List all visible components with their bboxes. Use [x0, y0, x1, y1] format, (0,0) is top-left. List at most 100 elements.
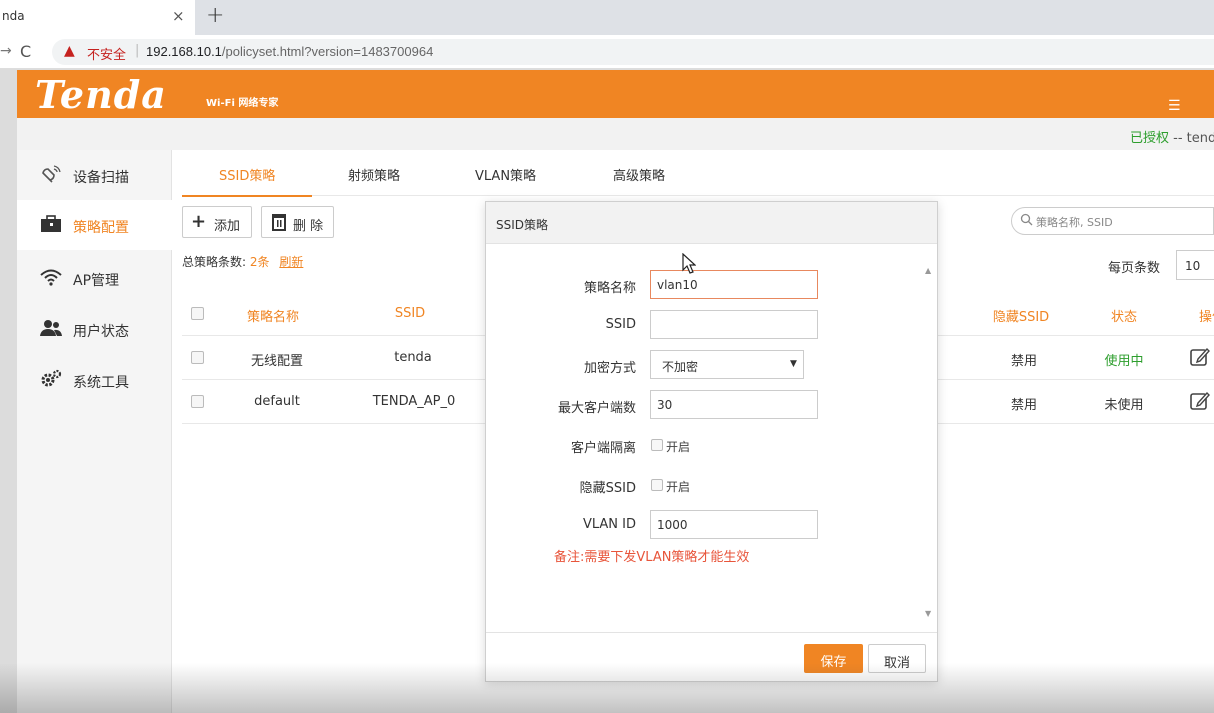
close-tab-icon[interactable]: ×: [172, 7, 185, 25]
encryption-value: 不加密: [662, 360, 699, 374]
search-input[interactable]: 策略名称, SSID: [1011, 207, 1214, 235]
checkbox-box[interactable]: [651, 439, 663, 451]
max-clients-value: 30: [657, 398, 673, 412]
max-clients-label: 最大客户端数: [557, 401, 636, 416]
tab-rf-policy[interactable]: 射频策略: [348, 165, 400, 184]
auth-user: -- tend: [1169, 131, 1214, 146]
col-header-action: 操作: [1198, 310, 1214, 325]
browser-tab-title: nda: [2, 9, 25, 23]
menu-icon[interactable]: ☰: [1168, 98, 1181, 114]
reload-icon[interactable]: C: [20, 42, 31, 61]
row-ssid: TENDA_AP_0: [372, 394, 456, 409]
auth-status: 已授权 -- tend: [1130, 127, 1214, 146]
encryption-label: 加密方式: [583, 361, 636, 376]
auth-status-text: 已授权: [1130, 131, 1170, 146]
tab-ssid-policy[interactable]: SSID策略: [219, 165, 275, 184]
search-placeholder: 策略名称, SSID: [1036, 216, 1113, 229]
dialog-footer: 保存 取消: [486, 632, 937, 681]
ssid-input[interactable]: [650, 310, 818, 339]
sidebar-item-device-scan[interactable]: 设备扫描: [17, 150, 172, 200]
client-isolation-checkbox[interactable]: 开启: [650, 437, 710, 454]
per-page-label: 每页条数: [1108, 261, 1161, 276]
hide-ssid-option: 开启: [666, 480, 691, 494]
scroll-down-arrow-icon[interactable]: ▼: [925, 609, 931, 618]
per-page-value: 10: [1185, 259, 1201, 273]
scan-device-icon: [42, 165, 61, 183]
sidebar: 设备扫描 策略配置 AP管理 用户状态 系统工具: [17, 150, 172, 713]
plus-icon: +: [191, 211, 207, 232]
warning-triangle-icon: ▲: [64, 43, 75, 59]
edit-icon[interactable]: [1190, 347, 1210, 367]
sidebar-item-policy-config[interactable]: 策略配置: [17, 200, 172, 250]
policy-name-value: vlan10: [657, 278, 698, 292]
security-warning-label[interactable]: 不安全: [87, 44, 126, 63]
row-hidden-ssid: 禁用: [1010, 398, 1038, 413]
col-header-hidden-ssid: 隐藏SSID: [992, 310, 1050, 325]
row-name: default: [254, 394, 300, 409]
vlan-id-label: VLAN ID: [582, 517, 636, 532]
sidebar-item-user-status[interactable]: 用户状态: [17, 304, 172, 354]
url-separator: |: [135, 43, 140, 58]
save-button-label: 保存: [820, 655, 847, 670]
row-hidden-ssid: 禁用: [1010, 354, 1038, 369]
back-arrow-icon[interactable]: →: [0, 43, 12, 59]
delete-button[interactable]: 删 除: [261, 206, 334, 238]
dialog-note: 备注:需要下发VLAN策略才能生效: [554, 550, 750, 565]
col-header-ssid: SSID: [394, 306, 426, 321]
briefcase-icon: [41, 215, 61, 232]
sidebar-item-ap-management[interactable]: AP管理: [17, 253, 172, 303]
new-tab-icon[interactable]: +: [206, 3, 224, 28]
sidebar-item-label: 设备扫描: [73, 170, 129, 186]
total-count: 总策略条数: 2条 刷新: [182, 253, 303, 270]
col-header-name: 策略名称: [246, 310, 300, 325]
sidebar-item-label: AP管理: [73, 273, 120, 289]
tab-vlan-policy[interactable]: VLAN策略: [475, 165, 536, 184]
save-button[interactable]: 保存: [804, 644, 863, 673]
wifi-icon: [40, 269, 62, 286]
ssid-policy-dialog: SSID策略 ▲ ▼ 策略名称 vlan10 SSID 加密方式 不加密 ▼ 最…: [485, 201, 938, 682]
row-name: 无线配置: [250, 354, 304, 369]
select-all-checkbox[interactable]: [191, 307, 204, 320]
per-page-select[interactable]: 10: [1176, 250, 1214, 280]
scroll-up-arrow-icon[interactable]: ▲: [925, 266, 931, 275]
sidebar-item-label: 用户状态: [73, 324, 129, 340]
url-path: /policyset.html?version=1483700964: [221, 44, 434, 59]
delete-button-label: 删 除: [293, 219, 324, 234]
cancel-button[interactable]: 取消: [868, 644, 926, 673]
tab-advanced-policy[interactable]: 高级策略: [613, 165, 665, 184]
dialog-scrollbar[interactable]: ▲ ▼: [922, 264, 936, 624]
encryption-select[interactable]: 不加密 ▼: [650, 350, 804, 379]
hide-ssid-checkbox[interactable]: 开启: [650, 477, 710, 494]
row-checkbox[interactable]: [191, 395, 204, 408]
edit-icon[interactable]: [1190, 391, 1210, 411]
dialog-title: SSID策略: [496, 218, 549, 232]
url-host: 192.168.10.1: [146, 44, 222, 59]
hide-ssid-label: 隐藏SSID: [579, 481, 636, 496]
row-checkbox[interactable]: [191, 351, 204, 364]
browser-tab-strip: nda × +: [0, 0, 1214, 35]
users-icon: [40, 320, 62, 336]
policy-tabs: SSID策略 射频策略 VLAN策略 高级策略: [182, 150, 1214, 197]
row-ssid: tenda: [394, 350, 432, 365]
active-tab-indicator: [182, 195, 312, 197]
sidebar-item-label: 系统工具: [73, 375, 129, 391]
checkbox-box[interactable]: [651, 479, 663, 491]
max-clients-input[interactable]: 30: [650, 390, 818, 419]
app-header: Tenda Wi-Fi 网络专家 ☰: [17, 70, 1214, 118]
status-bar: 已授权 -- tend: [17, 118, 1214, 150]
browser-tab[interactable]: nda ×: [0, 0, 195, 35]
url-text[interactable]: 192.168.10.1/policyset.html?version=1483…: [146, 44, 433, 59]
sidebar-item-system-tools[interactable]: 系统工具: [17, 355, 172, 405]
vlan-id-input[interactable]: 1000: [650, 510, 818, 539]
search-icon: [1020, 213, 1033, 226]
client-isolation-option: 开启: [666, 440, 691, 454]
col-header-status: 状态: [1110, 310, 1138, 325]
policy-name-input[interactable]: vlan10: [650, 270, 818, 299]
ssid-label: SSID: [605, 317, 636, 332]
tenda-logo: Tenda: [35, 72, 167, 117]
mouse-cursor-icon: [682, 253, 696, 274]
url-box[interactable]: ▲ 不安全 | 192.168.10.1/policyset.html?vers…: [52, 39, 1214, 65]
add-button[interactable]: + 添加: [182, 206, 252, 238]
chevron-down-icon: ▼: [790, 359, 797, 369]
refresh-link[interactable]: 刷新: [279, 255, 303, 269]
